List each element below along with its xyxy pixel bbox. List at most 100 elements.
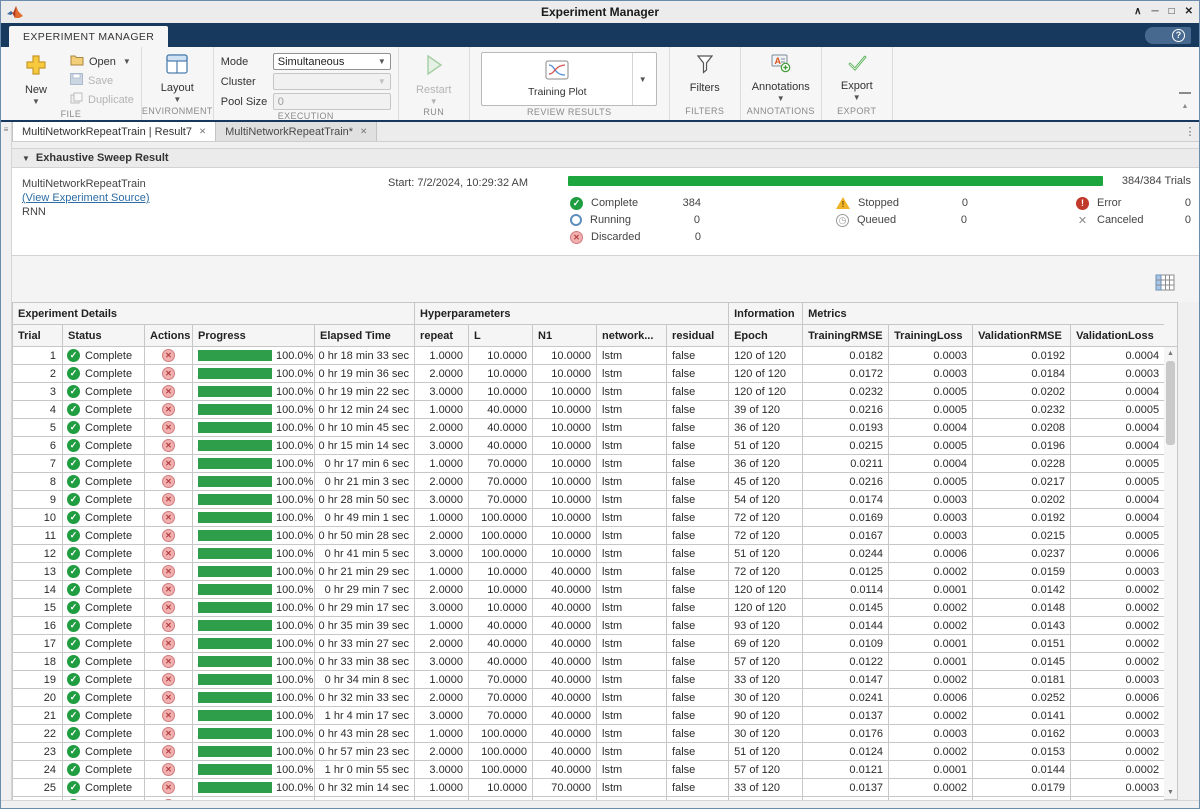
discard-trial-icon[interactable]: ✕ [162, 475, 175, 488]
column-header[interactable]: N1 [533, 325, 597, 347]
table-row[interactable]: 9 ✓Complete ✕ 100.0% 0 hr 28 min 50 sec … [13, 491, 1165, 509]
discard-trial-icon[interactable]: ✕ [162, 511, 175, 524]
scroll-up-icon[interactable]: ▲ [1164, 347, 1177, 360]
table-row[interactable]: 8 ✓Complete ✕ 100.0% 0 hr 21 min 3 sec 2… [13, 473, 1165, 491]
table-row[interactable]: 16 ✓Complete ✕ 100.0% 0 hr 35 min 39 sec… [13, 617, 1165, 635]
table-row[interactable]: 5 ✓Complete ✕ 100.0% 0 hr 10 min 45 sec … [13, 419, 1165, 437]
table-row[interactable]: 18 ✓Complete ✕ 100.0% 0 hr 33 min 38 sec… [13, 653, 1165, 671]
layout-button[interactable]: Layout ▼ [149, 52, 205, 104]
gallery-dropdown-button[interactable]: ▼ [632, 53, 652, 105]
training-plot-button[interactable]: Training Plot [482, 53, 632, 105]
table-row[interactable]: 11 ✓Complete ✕ 100.0% 0 hr 50 min 28 sec… [13, 527, 1165, 545]
table-row[interactable]: 10 ✓Complete ✕ 100.0% 0 hr 49 min 1 sec … [13, 509, 1165, 527]
help-icon: ? [1172, 29, 1185, 42]
discard-trial-icon[interactable]: ✕ [162, 421, 175, 434]
discard-trial-icon[interactable]: ✕ [162, 763, 175, 776]
discard-trial-icon[interactable]: ✕ [162, 691, 175, 704]
column-settings-button[interactable] [1155, 274, 1175, 297]
discard-trial-icon[interactable]: ✕ [162, 637, 175, 650]
column-header[interactable]: Trial [13, 325, 63, 347]
shade-button[interactable]: ∧ [1134, 2, 1141, 22]
maximize-button[interactable]: □ [1169, 2, 1175, 22]
scroll-down-icon[interactable]: ▼ [1164, 786, 1177, 799]
table-row[interactable]: 26 ✓Complete ✕ 100.0% 0 hr 36 min 23 sec… [13, 797, 1165, 801]
discard-trial-icon[interactable]: ✕ [162, 673, 175, 686]
horizontal-scrollbar-strip[interactable] [1, 800, 1199, 808]
scrollbar-thumb[interactable] [1166, 361, 1175, 445]
column-header[interactable]: ValidationLoss [1071, 325, 1165, 347]
discard-trial-icon[interactable]: ✕ [162, 709, 175, 722]
discard-trial-icon[interactable]: ✕ [162, 727, 175, 740]
close-tab-icon[interactable]: ✕ [360, 126, 367, 137]
table-row[interactable]: 22 ✓Complete ✕ 100.0% 0 hr 43 min 28 sec… [13, 725, 1165, 743]
chevron-down-icon: ▼ [32, 97, 40, 106]
minimize-button[interactable]: ─ [1151, 2, 1158, 22]
help-button[interactable]: ? [1145, 27, 1191, 44]
annotations-button[interactable]: A Annotations ▼ [748, 52, 814, 103]
column-header[interactable]: Status [63, 325, 145, 347]
column-header[interactable]: repeat [415, 325, 469, 347]
table-row[interactable]: 24 ✓Complete ✕ 100.0% 1 hr 0 min 55 sec … [13, 761, 1165, 779]
table-row[interactable]: 6 ✓Complete ✕ 100.0% 0 hr 15 min 14 sec … [13, 437, 1165, 455]
column-header[interactable]: residual [667, 325, 729, 347]
discard-trial-icon[interactable]: ✕ [162, 583, 175, 596]
discard-trial-icon[interactable]: ✕ [162, 799, 175, 800]
table-row[interactable]: 19 ✓Complete ✕ 100.0% 0 hr 34 min 8 sec … [13, 671, 1165, 689]
column-header[interactable]: Epoch [729, 325, 803, 347]
discard-trial-icon[interactable]: ✕ [162, 439, 175, 452]
discard-trial-icon[interactable]: ✕ [162, 565, 175, 578]
discard-trial-icon[interactable]: ✕ [162, 745, 175, 758]
discard-trial-icon[interactable]: ✕ [162, 367, 175, 380]
export-button[interactable]: Export ▼ [829, 52, 885, 102]
result-panel-header[interactable]: ▼ Exhaustive Sweep Result [12, 148, 1199, 168]
tab-experiment[interactable]: MultiNetworkRepeatTrain* ✕ [216, 122, 377, 141]
column-header[interactable]: Elapsed Time [315, 325, 415, 347]
table-row[interactable]: 2 ✓Complete ✕ 100.0% 0 hr 19 min 36 sec … [13, 365, 1165, 383]
tab-result7[interactable]: MultiNetworkRepeatTrain | Result7 ✕ [12, 122, 216, 141]
table-row[interactable]: 25 ✓Complete ✕ 100.0% 0 hr 32 min 14 sec… [13, 779, 1165, 797]
column-header[interactable]: TrainingRMSE [803, 325, 889, 347]
discard-trial-icon[interactable]: ✕ [162, 493, 175, 506]
table-row[interactable]: 23 ✓Complete ✕ 100.0% 0 hr 57 min 23 sec… [13, 743, 1165, 761]
discard-trial-icon[interactable]: ✕ [162, 601, 175, 614]
discard-trial-icon[interactable]: ✕ [162, 619, 175, 632]
discard-trial-icon[interactable]: ✕ [162, 403, 175, 416]
discard-trial-icon[interactable]: ✕ [162, 655, 175, 668]
discard-trial-icon[interactable]: ✕ [162, 529, 175, 542]
experiment-browser-collapsed-strip[interactable]: ≡ [1, 122, 12, 800]
table-row[interactable]: 15 ✓Complete ✕ 100.0% 0 hr 29 min 17 sec… [13, 599, 1165, 617]
open-button[interactable]: Open ▼ [70, 53, 134, 70]
table-row[interactable]: 21 ✓Complete ✕ 100.0% 1 hr 4 min 17 sec … [13, 707, 1165, 725]
table-row[interactable]: 20 ✓Complete ✕ 100.0% 0 hr 32 min 33 sec… [13, 689, 1165, 707]
column-header[interactable]: Actions [145, 325, 193, 347]
new-button[interactable]: New ▼ [8, 52, 64, 106]
table-row[interactable]: 3 ✓Complete ✕ 100.0% 0 hr 19 min 22 sec … [13, 383, 1165, 401]
table-row[interactable]: 1 ✓Complete ✕ 100.0% 0 hr 18 min 33 sec … [13, 347, 1165, 365]
table-row[interactable]: 12 ✓Complete ✕ 100.0% 0 hr 41 min 5 sec … [13, 545, 1165, 563]
discard-trial-icon[interactable]: ✕ [162, 349, 175, 362]
close-button[interactable]: ✕ [1185, 2, 1193, 22]
view-experiment-source-link[interactable]: (View Experiment Source) [22, 191, 150, 205]
column-header[interactable]: ValidationRMSE [973, 325, 1071, 347]
discard-trial-icon[interactable]: ✕ [162, 385, 175, 398]
close-tab-icon[interactable]: ✕ [199, 126, 206, 137]
mode-select[interactable]: Simultaneous ▼ [273, 53, 391, 70]
filters-button[interactable]: Filters [677, 52, 733, 94]
table-row[interactable]: 4 ✓Complete ✕ 100.0% 0 hr 12 min 24 sec … [13, 401, 1165, 419]
tab-experiment-manager[interactable]: EXPERIMENT MANAGER [9, 26, 168, 47]
tab-overflow-menu-icon[interactable]: ⋮ [1181, 122, 1199, 141]
epoch-cell: 30 of 120 [729, 725, 803, 743]
vertical-scrollbar[interactable]: ▲ ▼ [1164, 302, 1178, 800]
column-header[interactable]: L [469, 325, 533, 347]
discard-trial-icon[interactable]: ✕ [162, 547, 175, 560]
table-row[interactable]: 7 ✓Complete ✕ 100.0% 0 hr 17 min 6 sec 1… [13, 455, 1165, 473]
column-header[interactable]: network... [597, 325, 667, 347]
column-header[interactable]: Progress [193, 325, 315, 347]
collapse-ribbon-button[interactable]: ▲ [1177, 92, 1193, 104]
discard-trial-icon[interactable]: ✕ [162, 457, 175, 470]
table-row[interactable]: 13 ✓Complete ✕ 100.0% 0 hr 21 min 29 sec… [13, 563, 1165, 581]
column-header[interactable]: TrainingLoss [889, 325, 973, 347]
table-row[interactable]: 17 ✓Complete ✕ 100.0% 0 hr 33 min 27 sec… [13, 635, 1165, 653]
discard-trial-icon[interactable]: ✕ [162, 781, 175, 794]
table-row[interactable]: 14 ✓Complete ✕ 100.0% 0 hr 29 min 7 sec … [13, 581, 1165, 599]
